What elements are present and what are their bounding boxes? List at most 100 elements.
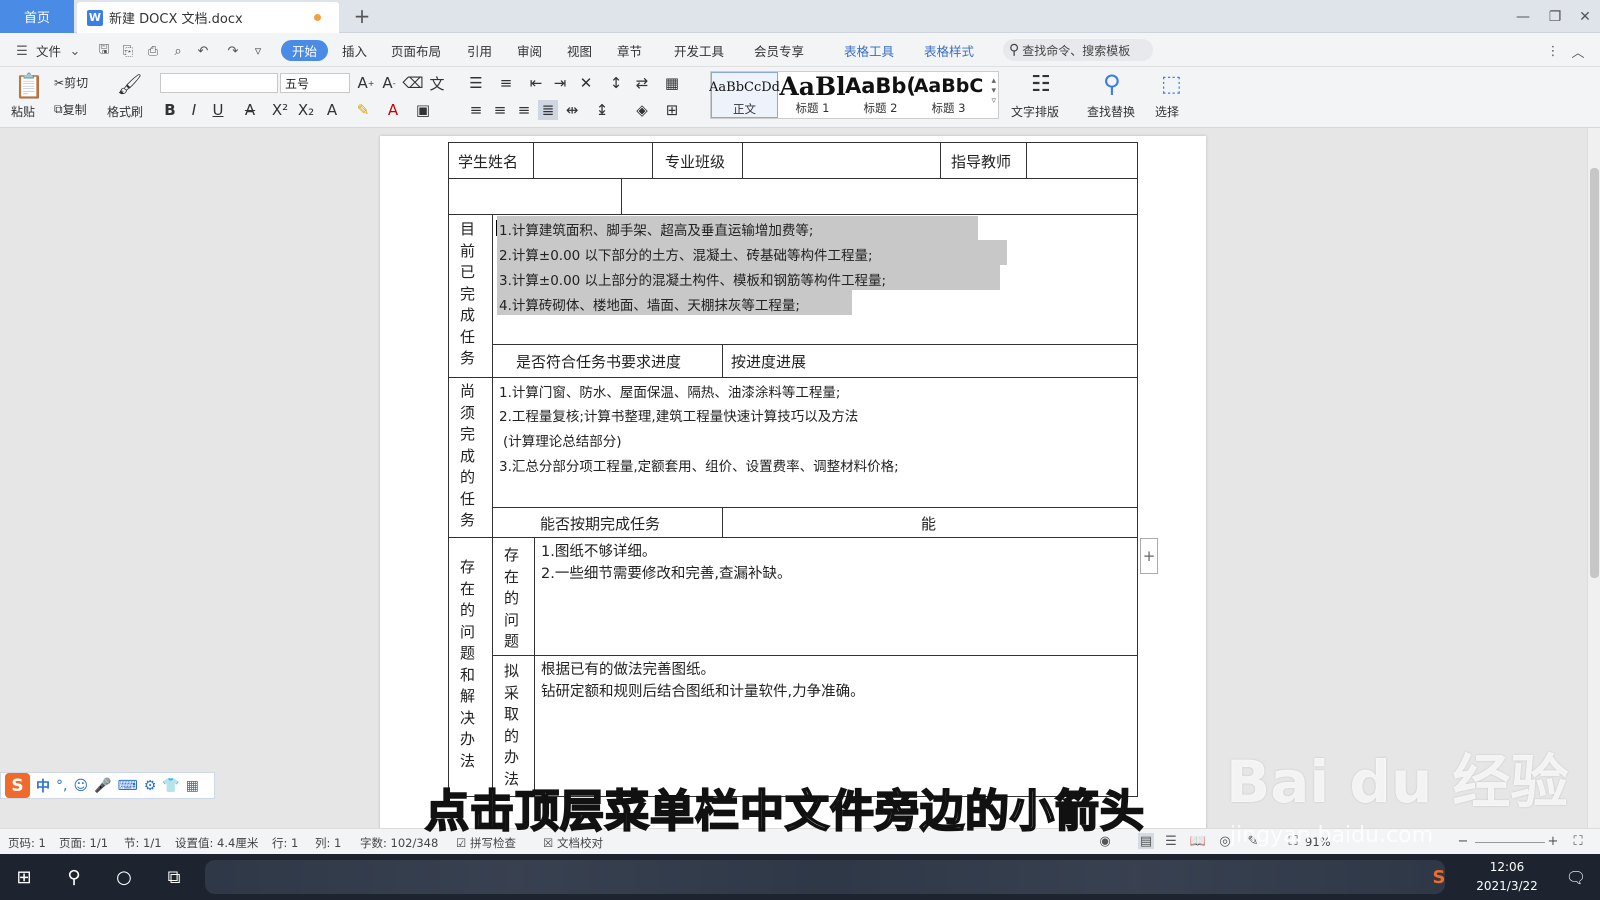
justify-icon[interactable]: ≣ [538,100,558,120]
ime-mode-toggle[interactable]: 中 [36,776,50,796]
bold-icon[interactable]: B [160,100,180,120]
table-cell[interactable]: 指导教师 [940,142,1027,179]
decrease-indent-icon[interactable]: ⇤ [526,73,546,93]
menu-references[interactable]: 引用 [461,40,498,61]
menu-member[interactable]: 会员专享 [748,40,810,61]
fullscreen-icon[interactable]: ⛶ [1570,833,1586,849]
punctuation-icon[interactable]: °, [56,778,67,794]
redo-icon[interactable]: ↷ [225,43,241,59]
table-cell[interactable]: 专业班级 [652,142,743,179]
task-view-icon[interactable]: ⧉ [150,854,198,900]
grow-font-icon[interactable]: A + [356,73,376,93]
close-icon[interactable]: ✕ [1570,0,1600,33]
new-tab-button[interactable]: + [350,4,374,28]
table-cell[interactable] [621,178,1138,215]
format-painter-icon[interactable]: 🖌 [117,72,142,96]
text-layout-icon[interactable]: ☷ [1031,72,1051,97]
subscript-icon[interactable]: X₂ [296,100,316,120]
windows-start-icon[interactable]: ⊞ [0,854,48,900]
emoji-icon[interactable]: ☺ [73,778,88,794]
menu-chapter[interactable]: 章节 [611,40,648,61]
italic-icon[interactable]: I [184,100,204,120]
shrink-font-icon[interactable]: A- [379,73,399,93]
microphone-icon[interactable]: 🎤 [94,778,111,794]
font-color-icon[interactable]: A [383,100,403,120]
paste-icon[interactable]: 📋 [14,72,44,100]
ontime-answer-cell[interactable]: 能 [722,507,1138,538]
phonetic-icon[interactable]: 文 [427,73,447,93]
text-layout-button[interactable]: 文字排版 [1011,103,1059,120]
find-replace-icon[interactable]: ⚲ [1103,70,1121,98]
menu-developer[interactable]: 开发工具 [668,40,730,61]
zoom-in-icon[interactable]: + [1545,833,1561,849]
undo-icon[interactable]: ↶ [195,43,211,59]
progress-answer-cell[interactable]: 按进度进展 [722,344,1138,378]
collapse-ribbon-icon[interactable]: ︿ [1570,43,1586,61]
copy-button[interactable]: ⧉ 复制 [54,101,87,118]
file-dropdown-arrow-icon[interactable]: ⌄ [67,43,83,59]
select-icon[interactable]: ⬚ [1161,72,1182,97]
notification-center-icon[interactable]: 🗨 [1552,854,1600,900]
highlight-icon[interactable]: ✎ [353,100,373,120]
style-scroll-icon[interactable]: ▴ ▾ ▿ [991,76,996,106]
menu-review[interactable]: 审阅 [511,40,548,61]
taskbar-apps-region[interactable] [205,860,1445,894]
table-grid-icon[interactable]: ▦ [662,73,682,93]
restore-icon[interactable]: ❐ [1540,0,1570,33]
outline-view-icon[interactable]: ☰ [1163,833,1179,849]
save-icon[interactable]: 🖫 [96,42,112,59]
menu-file[interactable]: 文件 [30,40,67,61]
keyboard-icon[interactable]: ⌨ [118,778,138,794]
zoom-slider[interactable] [1475,842,1545,843]
hamburger-menu-icon[interactable]: ☰ [14,43,30,59]
reading-view-icon[interactable]: 📖 [1190,833,1206,849]
table-cell[interactable]: 学生姓名 [448,142,534,179]
sort-icon[interactable]: ↕ [606,73,626,93]
apps-grid-icon[interactable]: ▦ [186,778,199,794]
bullet-list-icon[interactable]: ☰ [466,73,486,93]
numbered-list-icon[interactable]: ≡ [496,73,516,93]
taskbar-search-icon[interactable]: ⚲ [50,854,98,900]
borders-icon[interactable]: ⊞ [662,100,682,120]
line-spacing-icon[interactable]: ↨ [592,100,612,120]
student-name-value-cell[interactable] [533,142,653,179]
minimize-icon[interactable]: — [1508,0,1538,33]
increase-indent-icon[interactable]: ⇥ [550,73,570,93]
scrollbar-thumb[interactable] [1590,168,1599,578]
style-heading-1[interactable]: AaBl 标题 1 [779,72,846,118]
text-effect-icon[interactable]: A [322,100,342,120]
style-normal[interactable]: AaBbCcDd 正文 [709,72,780,118]
cut-button[interactable]: ✂ 剪切 [54,74,88,91]
superscript-icon[interactable]: X² [270,100,290,120]
tab-document[interactable]: W 新建 DOCX 文档.docx [77,2,339,33]
progress-question-cell[interactable]: 是否符合任务书要求进度 [492,344,723,378]
select-button[interactable]: 选择 [1155,103,1179,120]
advisor-value-cell[interactable] [1026,142,1138,179]
tab-home[interactable]: 首页 [0,0,74,33]
menu-insert[interactable]: 插入 [336,40,373,61]
menu-page-layout[interactable]: 页面布局 [385,40,447,61]
menu-table-style[interactable]: 表格样式 [918,40,980,61]
distribute-icon[interactable]: ⇹ [562,100,582,120]
print-icon[interactable]: ⎙ [145,43,161,59]
shading-icon[interactable]: ◈ [632,100,652,120]
char-border-icon[interactable]: ▣ [413,100,433,120]
zoom-out-icon[interactable]: − [1455,833,1471,849]
toolbox-icon[interactable]: ⚙ [144,778,157,794]
strikethrough-icon[interactable]: A [240,100,260,120]
table-cell[interactable] [448,178,622,215]
sogou-logo-icon[interactable]: S [5,773,30,798]
customize-qat-icon[interactable]: ▿ [250,43,266,59]
align-right-icon[interactable]: ≡ [514,100,534,120]
more-options-icon[interactable]: ⋮ [1545,43,1561,59]
align-center-icon[interactable]: ≡ [490,100,510,120]
menu-start[interactable]: 开始 [281,40,329,61]
ontime-question-cell[interactable]: 能否按期完成任务 [492,507,723,538]
style-heading-3[interactable]: AaBbC 标题 3 [914,72,984,118]
major-class-value-cell[interactable] [742,142,941,179]
font-name-select[interactable] [160,73,278,93]
print-preview-icon[interactable]: ⌕ [170,43,186,59]
skin-icon[interactable]: 👕 [162,778,179,794]
menu-view[interactable]: 视图 [561,40,598,61]
font-size-select[interactable]: 五号 [280,73,350,93]
